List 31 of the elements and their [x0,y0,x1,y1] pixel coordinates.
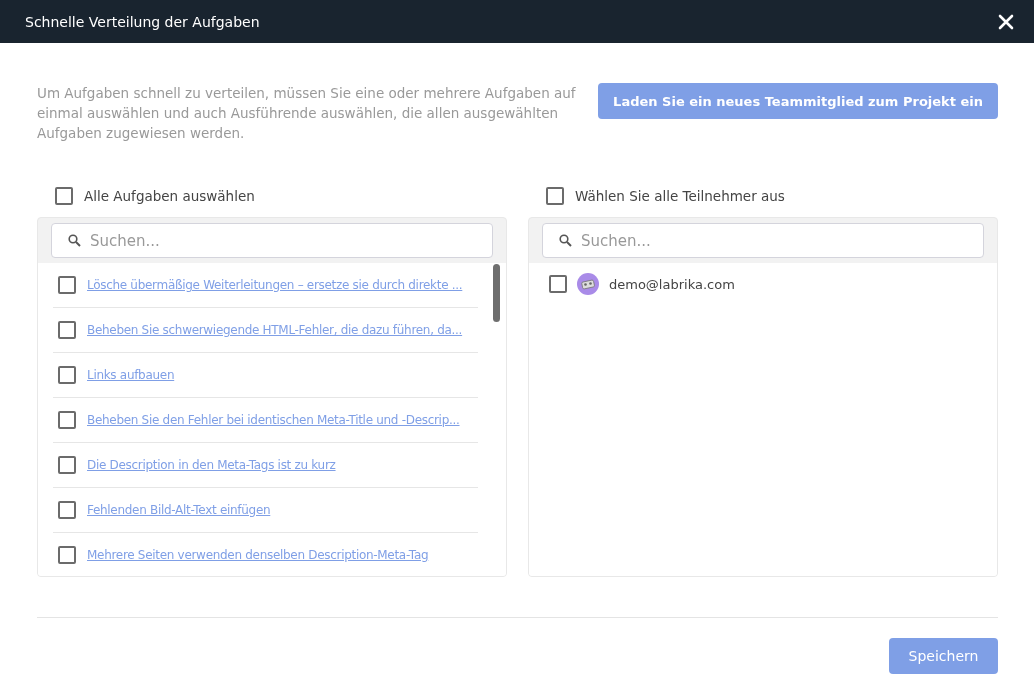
checkbox[interactable] [58,321,76,339]
checkbox[interactable] [546,187,564,205]
description-text: Um Aufgaben schnell zu verteilen, müssen Sie eine oder mehrere Aufgaben auf einmal auswählen und auch Ausführende auswählen, die allen ausgewählten Aufgaben zugewiesen werden. [37,84,577,143]
checkbox[interactable] [58,276,76,294]
close-icon[interactable] [998,13,1014,30]
checkbox[interactable] [58,456,76,474]
search-field[interactable]: Suchen... [51,223,493,258]
checkbox[interactable] [58,546,76,564]
window-title: Schnelle Verteilung der Aufgaben [25,13,260,30]
checkbox[interactable] [58,411,76,429]
search-field[interactable]: Suchen... [542,223,984,258]
task-link[interactable]: Beheben Sie den Fehler bei identischen Meta-Title und -Descrip... [87,413,460,427]
search-icon [559,234,572,247]
select-all-label[interactable]: Alle Aufgaben auswählen [84,188,255,204]
save-button[interactable]: Speichern [889,638,998,674]
avatar-icon [577,273,599,295]
member-email: demo@labrika.com [609,276,735,292]
task-link[interactable]: Fehlenden Bild-Alt-Text einfügen [87,503,271,517]
task-link[interactable]: Mehrere Seiten verwenden denselben Description-Meta-Tag [87,548,429,562]
select-all-label[interactable]: Wählen Sie alle Teilnehmer aus [575,188,785,204]
task-link[interactable]: Lösche übermäßige Weiterleitungen – ersetze sie durch direkte ... [87,278,463,292]
scrollbar-thumb[interactable] [493,264,500,322]
checkbox[interactable] [55,187,73,205]
task-link[interactable]: Die Description in den Meta-Tags ist zu kurz [87,458,336,472]
search-icon [68,234,81,247]
invite-member-button[interactable]: Laden Sie ein neues Teammitglied zum Projekt ein [598,83,998,119]
checkbox[interactable] [549,275,567,293]
checkbox[interactable] [58,501,76,519]
task-link[interactable]: Beheben Sie schwerwiegende HTML-Fehler, die dazu führen, da... [87,323,463,337]
checkbox[interactable] [58,366,76,384]
task-link[interactable]: Links aufbauen [87,368,175,382]
